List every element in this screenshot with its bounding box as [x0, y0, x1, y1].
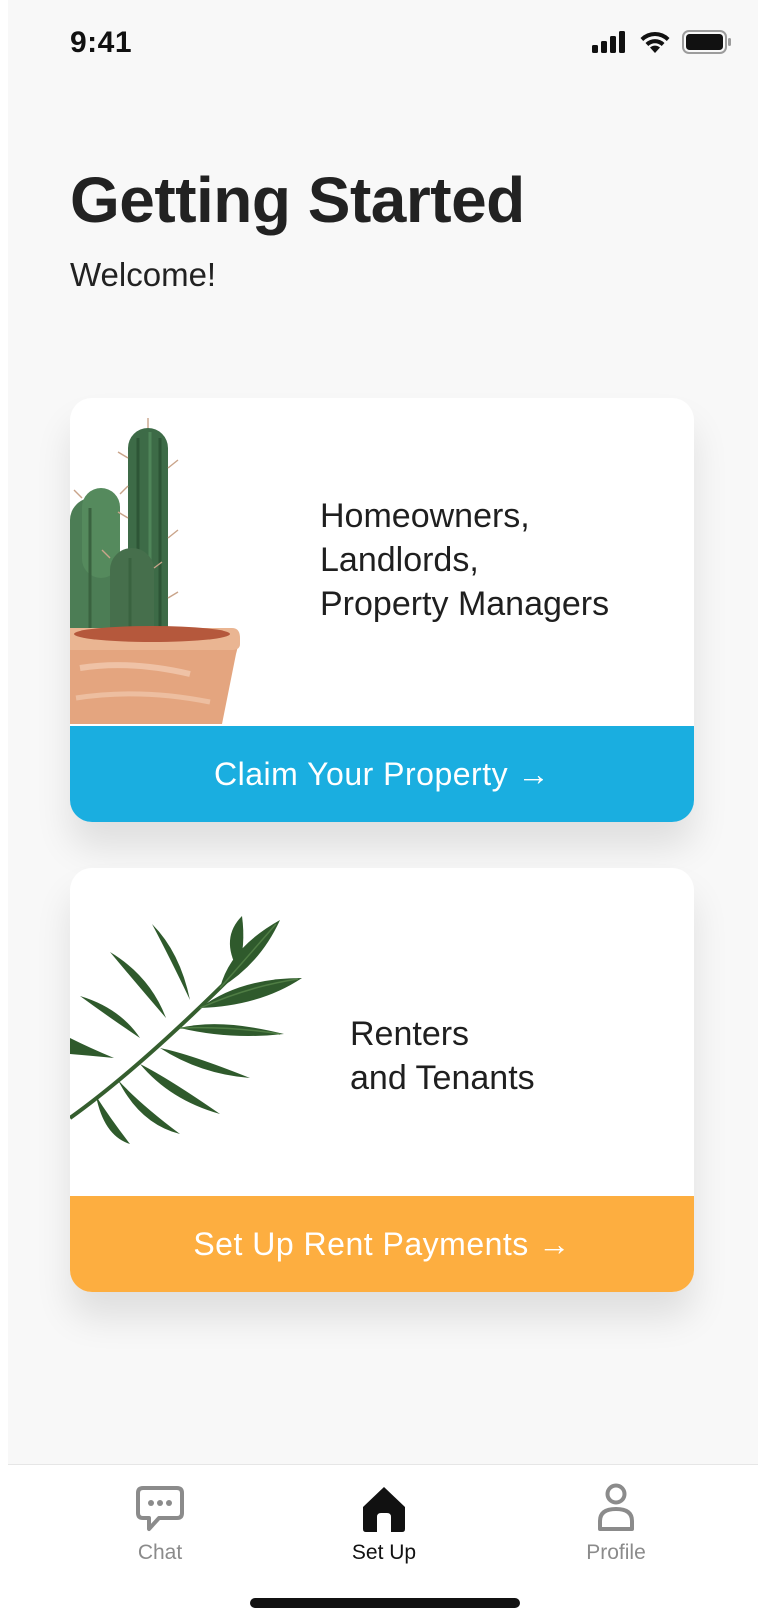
heading-line: and Tenants: [350, 1059, 535, 1097]
tab-label: Set Up: [351, 1541, 417, 1564]
heading-line: Property Managers: [320, 585, 610, 623]
claim-property-button[interactable]: Claim Your Property →: [70, 726, 694, 822]
wifi-icon: [640, 31, 670, 53]
page-title: Getting Started: [70, 164, 525, 236]
owner-card: Homeowners, Landlords, Property Managers…: [70, 398, 694, 822]
cellular-signal-icon: [592, 31, 625, 53]
tab-label: Profile: [586, 1541, 646, 1564]
chat-bubble-icon: [136, 1486, 184, 1531]
tab-profile[interactable]: Profile: [546, 1479, 686, 1579]
status-time: 9:41: [70, 26, 133, 59]
page-subtitle: Welcome!: [70, 256, 217, 293]
home-icon: [363, 1487, 405, 1532]
heading-line: Homeowners,: [320, 497, 530, 535]
cactus-pot-icon: [70, 418, 240, 724]
tab-chat[interactable]: Chat: [90, 1479, 230, 1579]
setup-rent-payments-button[interactable]: Set Up Rent Payments →: [70, 1196, 694, 1292]
owner-card-heading: Homeowners, Landlords, Property Managers: [320, 494, 609, 626]
palm-leaf-icon: [70, 916, 302, 1144]
app-screen: 9:41 Getting Started Welcome! Homeowners…: [8, 0, 758, 1624]
home-indicator: [250, 1598, 520, 1608]
person-icon: [598, 1483, 634, 1531]
heading-line: Landlords,: [320, 541, 479, 579]
tab-label: Chat: [137, 1541, 183, 1564]
status-icons: [592, 30, 732, 54]
renter-card-heading: Renters and Tenants: [350, 1012, 535, 1100]
tab-setup[interactable]: Set Up: [314, 1479, 454, 1579]
heading-line: Renters: [350, 1015, 470, 1053]
renter-card: Renters and Tenants Set Up Rent Payments…: [70, 868, 694, 1292]
battery-icon: [682, 30, 731, 54]
